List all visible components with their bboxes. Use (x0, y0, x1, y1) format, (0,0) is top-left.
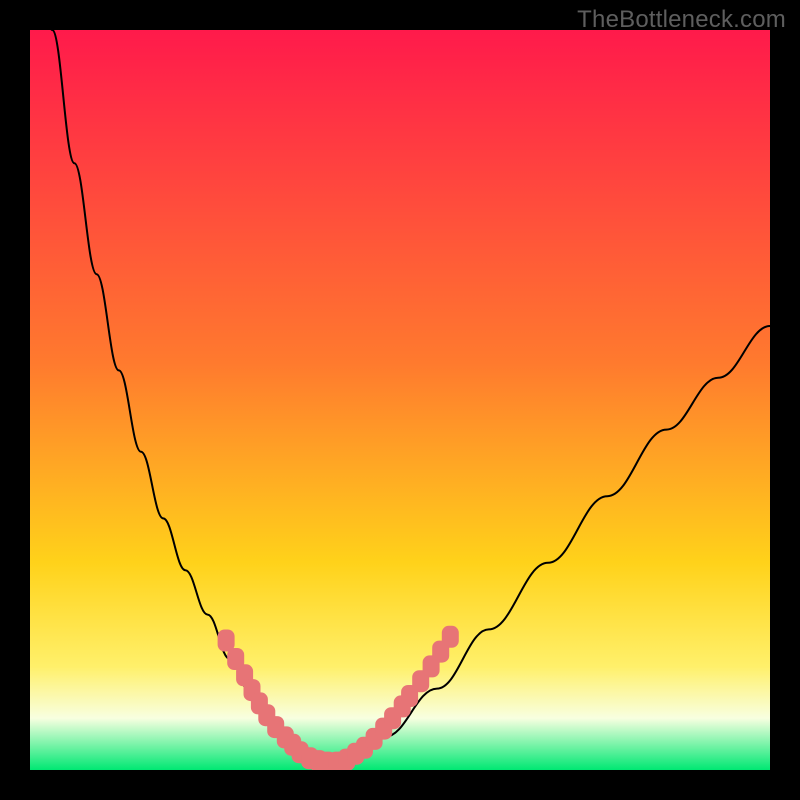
marker-point (218, 630, 235, 652)
marker-point (442, 626, 459, 648)
gradient-background (30, 30, 770, 770)
outer-frame: TheBottleneck.com (0, 0, 800, 800)
chart-svg (30, 30, 770, 770)
plot-area (30, 30, 770, 770)
watermark-text: TheBottleneck.com (577, 6, 786, 34)
